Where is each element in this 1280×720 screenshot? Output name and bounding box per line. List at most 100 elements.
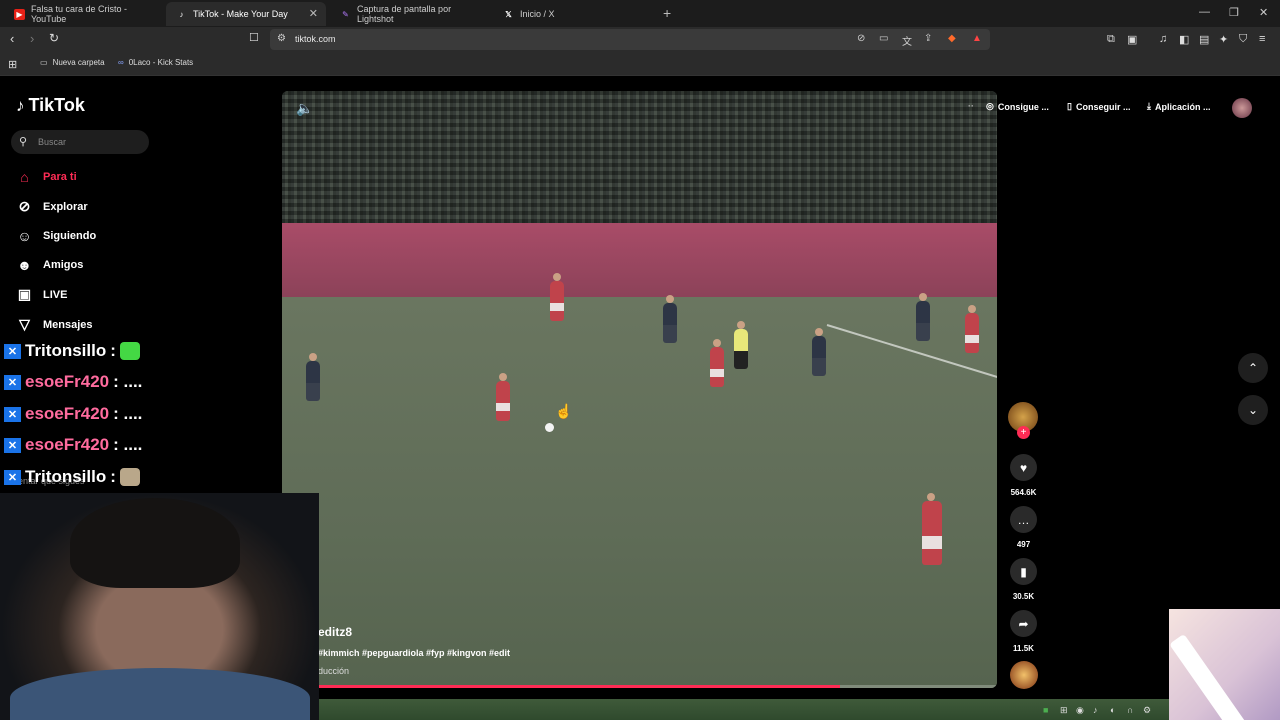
video-progress-fill — [282, 685, 840, 688]
video-music[interactable]: ducción — [318, 666, 349, 676]
tab-tiktok[interactable]: ♪ TikTok - Make Your Day ✕ — [166, 2, 326, 26]
extensions-icon[interactable]: ⧉ — [1107, 33, 1115, 46]
search-input[interactable]: ⚲ Buscar — [11, 130, 149, 154]
download-app-button[interactable]: ⤓ Aplicación ... — [1147, 101, 1211, 112]
close-window-icon[interactable]: ✕ — [1259, 6, 1268, 19]
menu-icon[interactable]: ≡ — [1259, 33, 1265, 45]
video-author[interactable]: editz8 — [318, 625, 352, 639]
tray-icon[interactable]: ◉ — [1076, 705, 1084, 716]
microphone-icon[interactable]: ♪ — [1093, 705, 1098, 715]
nav-mensajes[interactable]: ▽ Mensajes — [16, 316, 93, 333]
get-coins-button[interactable]: ◎ Consigue ... — [986, 101, 1049, 112]
url-bar[interactable]: ⚙ tiktok.com ⊘ ▭ 文 ⇪ ◆ ▲ — [270, 29, 990, 50]
get-app-button[interactable]: ▯ Conseguir ... — [1067, 101, 1130, 112]
site-info-icon[interactable]: ⚙ — [277, 33, 286, 44]
volume-icon[interactable]: 🔈 — [296, 100, 313, 117]
apps-icon[interactable]: ⊞ — [8, 58, 17, 71]
music-icon[interactable]: ♫ — [1159, 33, 1167, 45]
nav-label: Mensajes — [43, 318, 93, 331]
video-progress-bar[interactable] — [282, 685, 997, 688]
tray-icon[interactable]: ⊞ — [1060, 705, 1068, 716]
tray-app-icon[interactable]: ■ — [1043, 705, 1048, 715]
compass-icon: ⊘ — [18, 198, 31, 214]
tiktok-logo[interactable]: ♪ TikTok — [16, 95, 85, 116]
tab-title: Captura de pantalla por Lightshot — [357, 4, 452, 24]
brave-shield-icon[interactable]: ◆ — [948, 33, 956, 44]
steam-icon[interactable]: ⚙ — [1143, 705, 1151, 716]
tab-youtube[interactable]: ▶ Falsa tu cara de Cristo - YouTube — [4, 2, 164, 26]
download-icon: ⤓ — [1147, 101, 1151, 111]
vpn-icon[interactable]: ⛉ — [1239, 33, 1247, 46]
chevron-up-icon: ⌃ — [1247, 361, 1259, 375]
previous-video-button[interactable]: ⌃ — [1238, 353, 1268, 383]
sidebar-icon[interactable]: ◧ — [1179, 33, 1189, 46]
nav-label: Amigos — [43, 259, 84, 271]
new-tab-button[interactable]: + — [663, 5, 671, 21]
chat-message: ✕ esoeFr420 : .... — [4, 404, 142, 424]
nav-para-ti[interactable]: ⌂ Para ti — [16, 169, 76, 185]
leo-icon[interactable]: ✦ — [1219, 33, 1228, 46]
video-description[interactable]: #kimmich #pepguardiola #fyp #kingvon #ed… — [318, 648, 510, 658]
screenshot-icon[interactable]: ▣ — [1127, 33, 1137, 46]
address-bar-row: ‹ › ↻ ☐ ⚙ tiktok.com ⊘ ▭ 文 ⇪ ◆ ▲ ⧉ ▣ ♫ ◧… — [0, 27, 1280, 52]
save-count: 30.5K — [1012, 592, 1035, 601]
video-player[interactable]: ☝ 🔈 editz8 #kimmich #pepguardiola #fyp #… — [282, 91, 997, 688]
cast-icon[interactable]: ▭ — [879, 33, 888, 44]
bookmark-kick[interactable]: ∞ 0Laco - Kick Stats — [118, 58, 193, 67]
bookmark-icon[interactable]: ☐ — [249, 31, 259, 44]
reload-icon[interactable]: ↻ — [49, 31, 59, 45]
next-video-button[interactable]: ⌄ — [1238, 395, 1268, 425]
tab-x[interactable]: 𝕏 Inicio / X — [493, 2, 653, 26]
tab-lightshot[interactable]: ✎ Captura de pantalla por Lightshot — [330, 2, 490, 26]
bookmarks-bar: ⊞ ▭ Nueva carpeta ∞ 0Laco - Kick Stats — [0, 52, 1280, 76]
like-button[interactable]: ♥ — [1010, 454, 1037, 481]
profile-avatar[interactable] — [1232, 98, 1252, 118]
chat-badge-icon: ✕ — [4, 343, 21, 359]
chat-badge-icon: ✕ — [4, 469, 21, 485]
music-disc[interactable] — [1010, 661, 1038, 689]
save-button[interactable]: ▮ — [1010, 558, 1037, 585]
brave-rewards-icon[interactable]: ▲ — [972, 33, 982, 44]
nav-siguiendo[interactable]: ☺ Siguiendo — [16, 228, 96, 244]
share-arrow-icon: ➦ — [1018, 616, 1029, 631]
comment-count: 497 — [1016, 540, 1031, 549]
nav-amigos[interactable]: ☻ Amigos — [16, 257, 83, 273]
kick-icon: ∞ — [118, 58, 124, 67]
tray-icon[interactable]: ◐ — [1110, 705, 1115, 715]
follow-plus-icon[interactable]: + — [1017, 426, 1030, 439]
nav-live[interactable]: ▣ LIVE — [16, 286, 68, 303]
video-player-figure — [812, 328, 826, 376]
chat-username: Tritonsillo — [25, 467, 107, 486]
minimize-icon[interactable]: — — [1199, 6, 1210, 18]
tiktok-icon: ♪ — [179, 9, 184, 19]
video-player-figure — [663, 295, 677, 343]
more-icon[interactable]: ·· — [968, 101, 974, 111]
header-button-label: Aplicación ... — [1154, 101, 1211, 112]
header-button-label: Consigue ... — [997, 101, 1049, 112]
search-icon: ⚲ — [19, 136, 28, 148]
share-button[interactable]: ➦ — [1010, 610, 1037, 637]
chat-username: esoeFr420 — [25, 372, 110, 391]
chat-username: Tritonsillo — [25, 341, 107, 360]
url-text: tiktok.com — [295, 34, 336, 44]
restore-icon[interactable]: ❐ — [1229, 6, 1239, 19]
headset-icon[interactable]: ∩ — [1127, 705, 1133, 715]
mute-icon[interactable]: ⊘ — [857, 33, 865, 44]
translate-icon[interactable]: 文 — [902, 33, 912, 48]
chat-username: esoeFr420 — [25, 404, 110, 423]
chat-text: : .... — [113, 372, 143, 391]
live-icon: ▣ — [17, 286, 32, 302]
logo-text: TikTok — [28, 95, 85, 115]
back-icon[interactable]: ‹ — [10, 31, 14, 46]
bookmark-folder[interactable]: ▭ Nueva carpeta — [40, 58, 105, 67]
video-player-figure — [965, 305, 979, 353]
webcam-hair — [70, 498, 240, 588]
comment-button[interactable]: … — [1010, 506, 1037, 533]
share-icon[interactable]: ⇪ — [924, 33, 932, 44]
forward-icon[interactable]: › — [30, 31, 34, 46]
wallet-icon[interactable]: ▤ — [1199, 33, 1209, 46]
coin-icon: ◎ — [986, 101, 994, 111]
like-count: 564.6K — [1010, 488, 1037, 497]
nav-explorar[interactable]: ⊘ Explorar — [16, 198, 88, 215]
close-tab-icon[interactable]: ✕ — [309, 7, 318, 20]
